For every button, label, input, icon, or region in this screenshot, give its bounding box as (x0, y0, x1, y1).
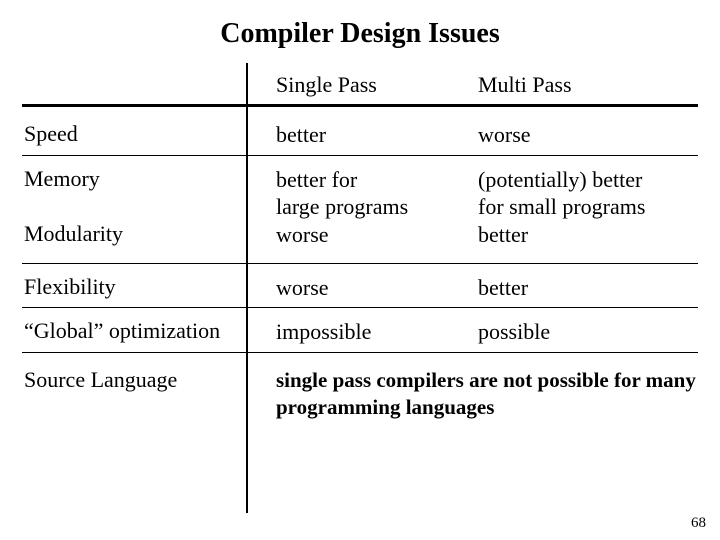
cell-memory-single: better for large programs (262, 166, 472, 221)
label-memory: Memory (22, 166, 262, 192)
row-modularity: Modularity worse better (22, 221, 698, 263)
cell-flexibility-multi: better (472, 274, 698, 302)
cell-global-opt-single: impossible (262, 318, 472, 346)
label-speed: Speed (22, 121, 262, 147)
header-empty (22, 72, 262, 98)
row-flexibility: Flexibility worse better (22, 264, 698, 309)
cell-speed-single: better (262, 121, 472, 149)
row-memory: Memory better for large programs (potent… (22, 156, 698, 221)
row-memory-modularity-group: Memory better for large programs (potent… (22, 156, 698, 264)
row-source-language: Source Language single pass compilers ar… (22, 353, 698, 428)
cell-flexibility-single: worse (262, 274, 472, 302)
cell-memory-multi: (potentially) better for small programs (472, 166, 698, 221)
header-multi-pass: Multi Pass (472, 72, 698, 98)
cell-source-language-note: single pass compilers are not possible f… (262, 367, 698, 422)
cell-global-opt-multi: possible (472, 318, 698, 346)
header-row: Single Pass Multi Pass (22, 72, 698, 107)
label-modularity: Modularity (22, 221, 262, 247)
cell-modularity-single: worse (262, 221, 472, 249)
label-flexibility: Flexibility (22, 274, 262, 300)
page-title: Compiler Design Issues (22, 18, 698, 50)
row-global-optimization: “Global” optimization impossible possibl… (22, 308, 698, 353)
label-global-optimization: “Global” optimization (22, 318, 262, 344)
cell-modularity-multi: better (472, 221, 698, 249)
cell-speed-multi: worse (472, 121, 698, 149)
page-number: 68 (691, 515, 706, 532)
row-speed: Speed better worse (22, 111, 698, 156)
header-single-pass: Single Pass (262, 72, 472, 98)
label-source-language: Source Language (22, 367, 262, 422)
comparison-table: Single Pass Multi Pass Speed better wors… (22, 72, 698, 427)
